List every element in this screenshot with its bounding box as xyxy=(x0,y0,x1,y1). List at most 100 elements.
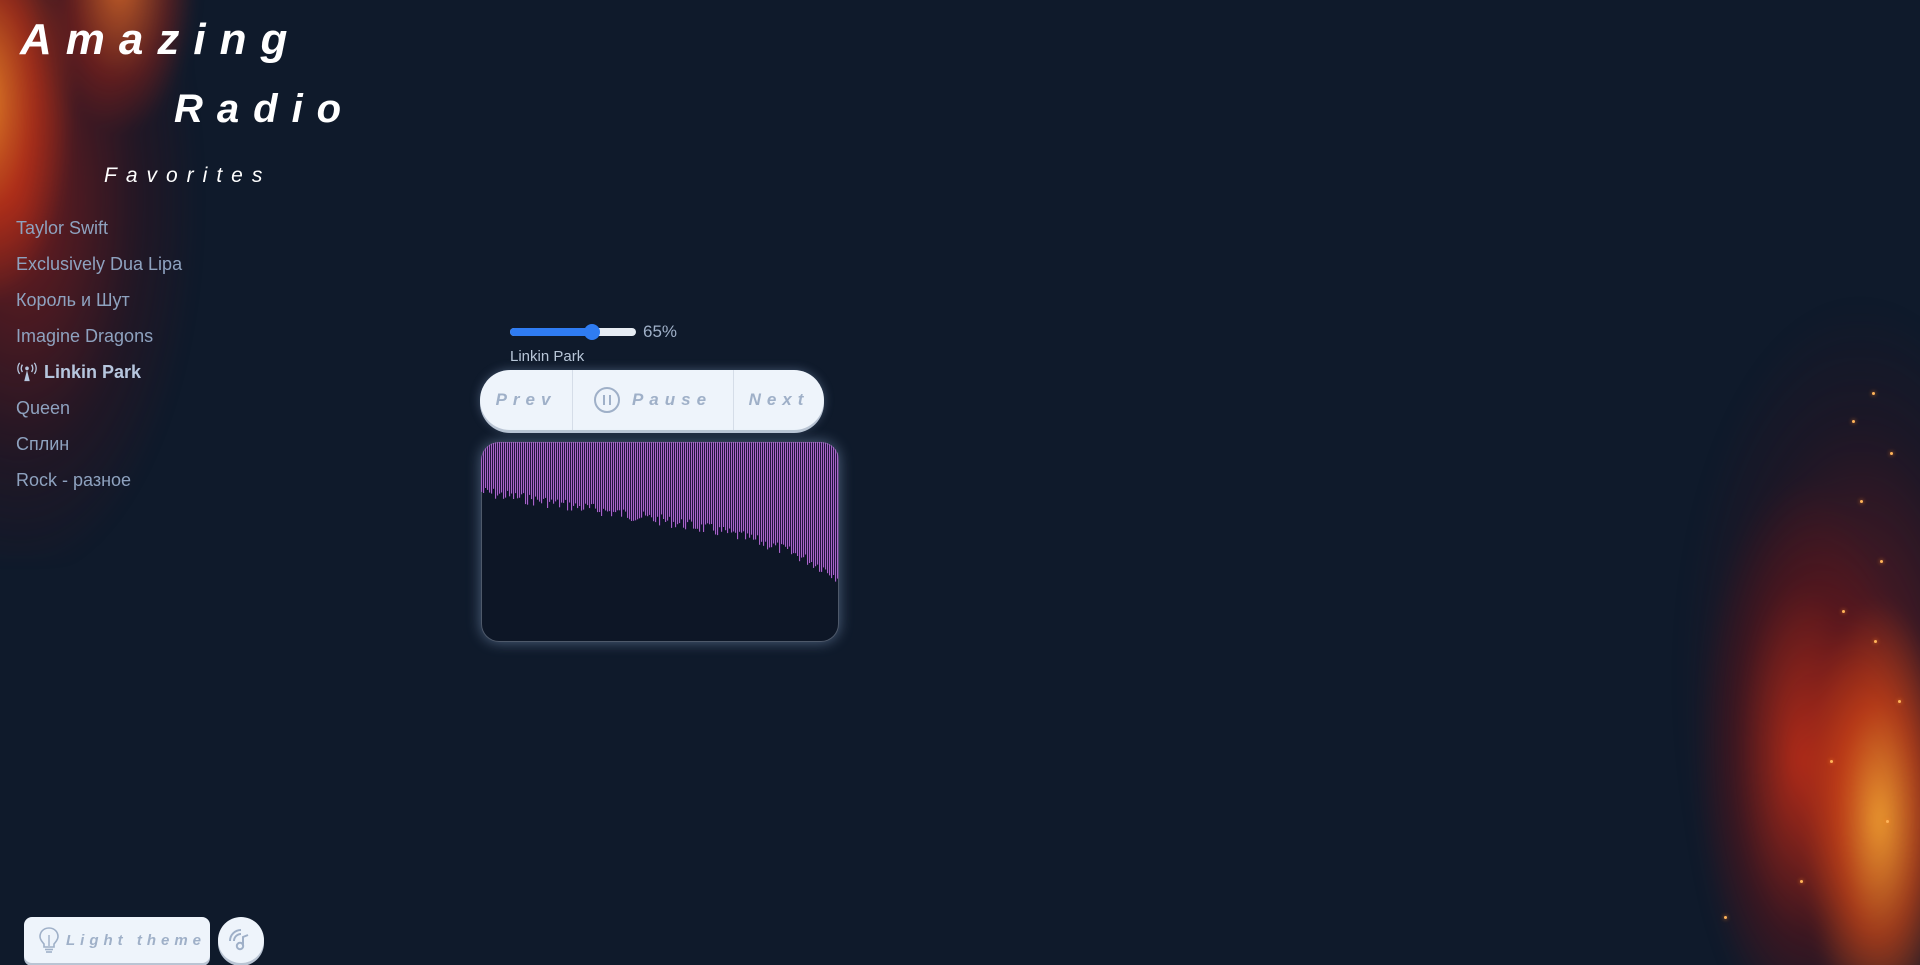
favorite-item-splin[interactable]: Сплин xyxy=(16,426,182,462)
visualizer-bar xyxy=(577,442,579,509)
visualizer-bar xyxy=(779,442,781,553)
visualizer-bar xyxy=(545,442,547,498)
visualizer-bar xyxy=(567,442,569,511)
visualizer-bar xyxy=(817,442,819,565)
visualizer-bar xyxy=(541,442,543,504)
visualizer-bar xyxy=(799,442,801,562)
now-playing-title: Linkin Park xyxy=(510,348,585,365)
favorite-label: Linkin Park xyxy=(44,362,142,382)
visualizer-bar xyxy=(649,442,651,515)
visualizer-bar xyxy=(515,442,517,494)
radio-wave-button[interactable] xyxy=(218,917,264,963)
visualizer-bar xyxy=(517,442,519,499)
visualizer-bar xyxy=(497,442,499,496)
visualizer-bar xyxy=(511,442,513,494)
volume-slider-fill xyxy=(510,328,592,336)
visualizer-bar xyxy=(529,442,531,495)
app-stage: Amazing Radio Favorites Taylor Swift Exc… xyxy=(0,0,1920,965)
visualizer-bar xyxy=(587,442,589,506)
visualizer-bar xyxy=(693,442,695,529)
visualizer-bar xyxy=(617,442,619,511)
visualizer-bar xyxy=(569,442,571,503)
visualizer-bar xyxy=(791,442,793,555)
visualizer-bar xyxy=(811,442,813,562)
favorite-item-queen[interactable]: Queen xyxy=(16,390,182,426)
visualizer-bar xyxy=(713,442,715,531)
visualizer-bar xyxy=(769,442,771,548)
visualizer-bar xyxy=(707,442,709,524)
visualizer-bar xyxy=(539,442,541,502)
volume-control: 65% xyxy=(510,322,677,342)
visualizer-bar xyxy=(549,442,551,502)
favorite-label: Сплин xyxy=(16,434,70,454)
visualizer-bar xyxy=(757,442,759,536)
visualizer-bar xyxy=(737,442,739,540)
prev-button[interactable]: Prev xyxy=(480,370,573,430)
favorite-item-linkin-park[interactable]: Linkin Park xyxy=(16,354,182,390)
visualizer-bar xyxy=(645,442,647,516)
visualizer-bar xyxy=(785,442,787,547)
visualizer-bar xyxy=(667,442,669,521)
favorite-item-imagine-dragons[interactable]: Imagine Dragons xyxy=(16,318,182,354)
visualizer-bar xyxy=(701,442,703,525)
visualizer-bar xyxy=(613,442,615,512)
visualizer-bar xyxy=(755,442,757,540)
favorite-label: Taylor Swift xyxy=(16,218,109,238)
visualizer-bar xyxy=(705,442,707,525)
visualizer-bar xyxy=(519,442,521,498)
visualizer-bar xyxy=(651,442,653,518)
visualizer-bar xyxy=(553,442,555,504)
visualizer-bar xyxy=(717,442,719,536)
visualizer-bar xyxy=(621,442,623,517)
visualizer-bar xyxy=(685,442,687,530)
favorites-list: Taylor Swift Exclusively Dua Lipa Король… xyxy=(16,210,182,498)
visualizer-bar xyxy=(683,442,685,528)
visualizer-bar xyxy=(673,442,675,522)
visualizer-bar xyxy=(615,442,617,513)
visualizer-bar xyxy=(809,442,811,563)
visualizer-bar xyxy=(629,442,631,520)
visualizer-bar xyxy=(753,442,755,540)
light-theme-label: Light theme xyxy=(66,931,206,949)
visualizer-bar xyxy=(481,442,483,492)
visualizer-bar xyxy=(603,442,605,509)
visualizer-bar xyxy=(657,442,659,517)
visualizer-bar xyxy=(759,442,761,545)
visualizer-bar xyxy=(493,442,495,489)
favorite-item-korol-i-shut[interactable]: Король и Шут xyxy=(16,282,182,318)
visualizer-bar xyxy=(653,442,655,522)
favorite-item-taylor-swift[interactable]: Taylor Swift xyxy=(16,210,182,246)
visualizer-bar xyxy=(607,442,609,512)
fire-decoration-right xyxy=(1560,260,1920,965)
visualizer-bar xyxy=(767,442,769,550)
visualizer-bar xyxy=(647,442,649,517)
visualizer-bar xyxy=(689,442,691,520)
visualizer-bar xyxy=(775,442,777,546)
pause-button[interactable]: Pause xyxy=(573,370,734,430)
visualizer-bar xyxy=(723,442,725,527)
visualizer-bar xyxy=(543,442,545,499)
visualizer-bar xyxy=(679,442,681,524)
next-button[interactable]: Next xyxy=(734,370,824,430)
visualizer-bar xyxy=(751,442,753,535)
visualizer-bar xyxy=(729,442,731,529)
visualizer-bar xyxy=(835,442,837,582)
visualizer-bar xyxy=(563,442,565,503)
visualizer-bar xyxy=(675,442,677,528)
volume-slider[interactable] xyxy=(510,324,636,340)
visualizer-bar xyxy=(575,442,577,504)
light-theme-button[interactable]: Light theme xyxy=(24,917,210,963)
visualizer-bar xyxy=(813,442,815,568)
favorite-item-rock-raznoe[interactable]: Rock - разное xyxy=(16,462,182,498)
visualizer-bar xyxy=(827,442,829,574)
favorite-label: Exclusively Dua Lipa xyxy=(16,254,183,274)
visualizer-bar xyxy=(665,442,667,522)
visualizer-bar xyxy=(733,442,735,532)
visualizer-bar xyxy=(727,442,729,534)
visualizer-bar xyxy=(499,442,501,494)
visualizer-bar xyxy=(537,442,539,500)
visualizer-bar xyxy=(525,442,527,505)
visualizer-bar xyxy=(555,442,557,502)
volume-slider-thumb[interactable] xyxy=(583,324,600,340)
favorite-item-dua-lipa[interactable]: Exclusively Dua Lipa xyxy=(16,246,182,282)
